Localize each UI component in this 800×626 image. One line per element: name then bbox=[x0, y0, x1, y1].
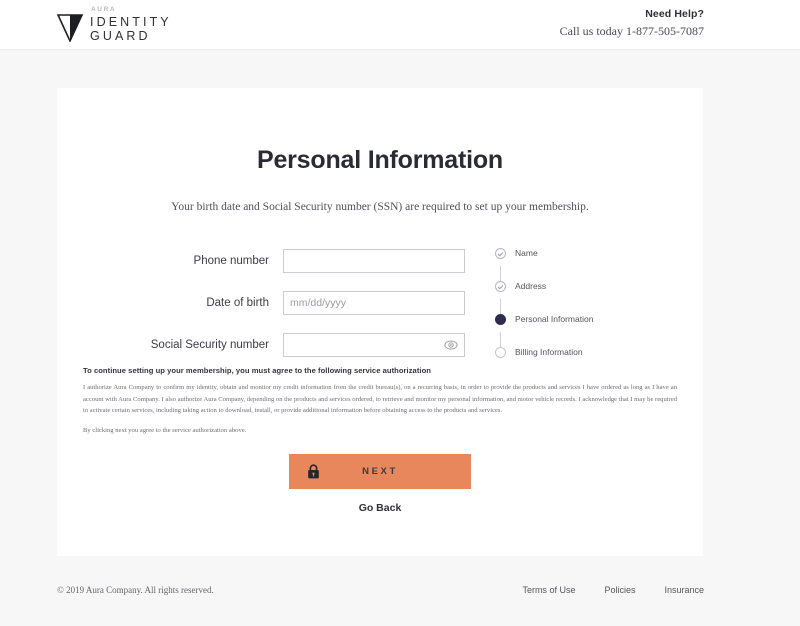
form-actions: NEXT Go Back bbox=[57, 453, 703, 514]
step-label-name: Name bbox=[515, 248, 538, 258]
help-block: Need Help? Call us today 1-877-505-7087 bbox=[560, 8, 704, 39]
footer-copyright: © 2019 Aura Company. All rights reserved… bbox=[57, 585, 214, 595]
eye-icon-glyph bbox=[444, 340, 458, 350]
phone-number-label: Phone number bbox=[193, 255, 269, 267]
personal-info-form: Phone number Date of birth Social Securi… bbox=[57, 243, 703, 358]
go-back-link[interactable]: Go Back bbox=[57, 502, 703, 514]
help-phone-number[interactable]: Call us today 1-877-505-7087 bbox=[560, 24, 704, 39]
service-authorization-section: To continue setting up your membership, … bbox=[83, 353, 677, 434]
logo-aura-text: AURA bbox=[91, 6, 117, 13]
step-label-address: Address bbox=[515, 281, 547, 291]
social-security-number-label: Social Security number bbox=[150, 339, 269, 351]
eye-icon[interactable] bbox=[444, 338, 458, 352]
step-label-billing-information: Billing Information bbox=[515, 347, 583, 357]
social-security-number-input[interactable] bbox=[283, 333, 465, 357]
page-title: Personal Information bbox=[256, 146, 504, 174]
date-of-birth-input[interactable] bbox=[283, 291, 465, 315]
footer-link-policies[interactable]: Policies bbox=[604, 585, 635, 595]
site-footer: © 2019 Aura Company. All rights reserved… bbox=[0, 585, 800, 626]
step-personal-information[interactable]: Personal Information bbox=[495, 309, 675, 357]
signup-card: Personal Information Your birth date and… bbox=[57, 88, 703, 556]
step-name[interactable]: Name bbox=[495, 243, 675, 291]
service-authorization-heading: To continue setting up your membership, … bbox=[83, 366, 431, 375]
date-of-birth-label: Date of birth bbox=[206, 297, 269, 309]
logo-identity-text: IDENTITY bbox=[90, 14, 172, 29]
need-help-label: Need Help? bbox=[645, 8, 704, 20]
triangle-v-logo-icon bbox=[57, 14, 83, 42]
service-authorization-note: By clicking next you agree to the servic… bbox=[83, 426, 247, 434]
site-header: AURA IDENTITY GUARD Need Help? Call us t… bbox=[0, 0, 800, 50]
step-label-personal-information: Personal Information bbox=[515, 314, 594, 324]
footer-link-insurance[interactable]: Insurance bbox=[664, 585, 704, 595]
step-status-icon-current bbox=[495, 313, 506, 325]
footer-links: Terms of Use Policies Insurance bbox=[522, 585, 704, 595]
page-subtitle: Your birth date and Social Security numb… bbox=[171, 201, 589, 213]
step-address[interactable]: Address bbox=[495, 276, 675, 324]
phone-number-input[interactable] bbox=[283, 249, 465, 273]
step-billing-information[interactable]: Billing Information bbox=[495, 342, 675, 362]
step-status-icon-check bbox=[495, 280, 506, 292]
footer-link-terms-of-use[interactable]: Terms of Use bbox=[522, 585, 575, 595]
brand-logo[interactable]: AURA IDENTITY GUARD bbox=[57, 6, 172, 43]
step-status-icon-empty bbox=[495, 346, 506, 358]
next-button[interactable]: NEXT bbox=[289, 453, 471, 489]
step-status-icon-check bbox=[495, 247, 506, 259]
service-authorization-body: I authorize Aura Company to confirm my i… bbox=[83, 384, 677, 415]
signup-progress-stepper: Name Address Personal Information Billin… bbox=[495, 243, 675, 362]
lock-icon bbox=[308, 464, 319, 478]
logo-guard-text: GUARD bbox=[90, 29, 151, 43]
